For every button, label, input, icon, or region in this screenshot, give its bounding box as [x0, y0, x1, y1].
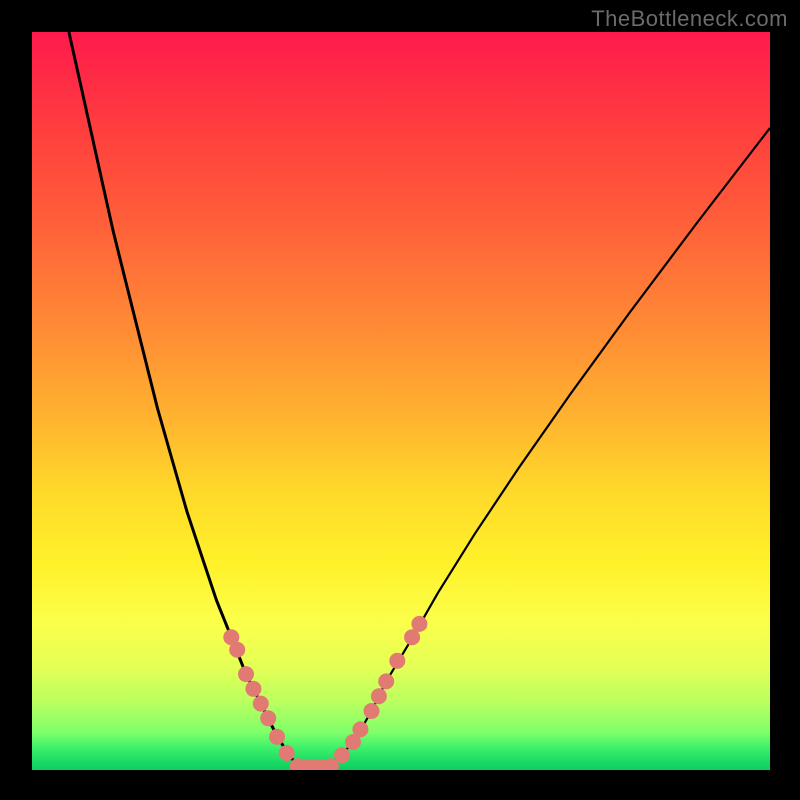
- data-marker: [378, 673, 394, 689]
- data-marker: [389, 653, 405, 669]
- chart-frame: TheBottleneck.com: [0, 0, 800, 800]
- data-marker: [371, 688, 387, 704]
- bottleneck-curve: [32, 32, 770, 770]
- data-marker: [279, 745, 295, 761]
- data-marker: [334, 747, 350, 763]
- data-marker: [364, 703, 380, 719]
- data-marker: [253, 696, 269, 712]
- data-marker: [411, 616, 427, 632]
- data-marker: [269, 729, 285, 745]
- data-marker: [229, 642, 245, 658]
- curve-right: [327, 128, 770, 766]
- data-marker: [238, 666, 254, 682]
- curve-left: [69, 32, 298, 766]
- plot-area: [32, 32, 770, 770]
- data-marker: [352, 721, 368, 737]
- data-marker: [245, 681, 261, 697]
- data-marker: [260, 710, 276, 726]
- watermark-text: TheBottleneck.com: [591, 6, 788, 32]
